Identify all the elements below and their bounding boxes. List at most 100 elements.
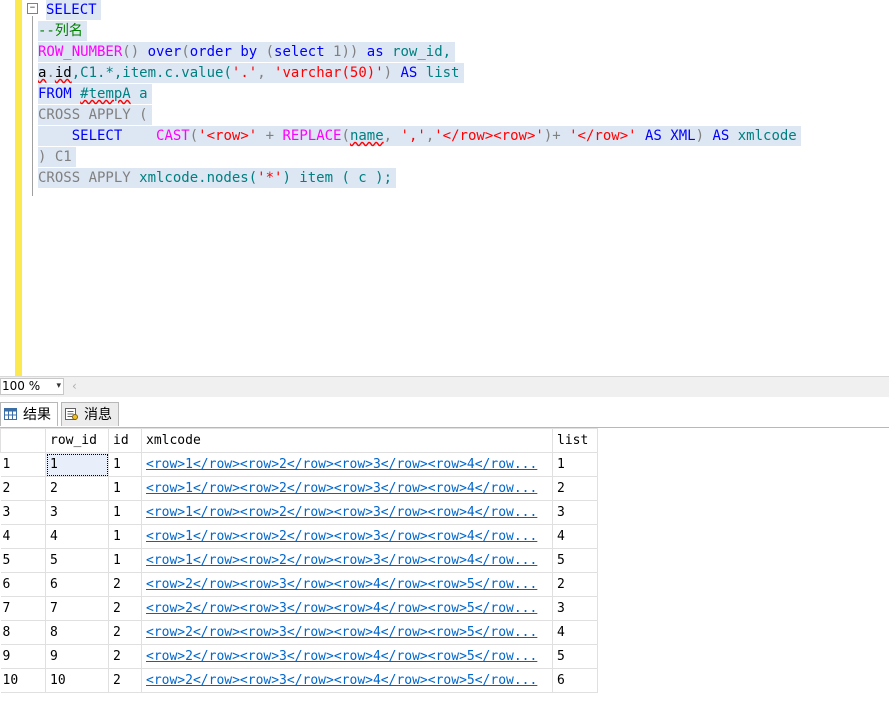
cell-xmlcode-link[interactable]: <row>1</row><row>2</row><row>3</row><row… [141,524,553,549]
row-number[interactable]: 6 [0,572,46,597]
code-line-8[interactable]: ) C1 [38,147,76,167]
string: 'varchar(50)' [274,65,384,81]
cell-id[interactable]: 2 [108,668,142,693]
operator: () [122,44,148,60]
cell-id[interactable]: 2 [108,644,142,669]
cell-row-id[interactable]: 8 [45,620,109,645]
cell-id[interactable]: 1 [108,548,142,573]
cell-row-id[interactable]: 10 [45,668,109,693]
cell-list[interactable]: 5 [552,548,598,573]
cell-id[interactable]: 1 [108,524,142,549]
operator: ( [341,128,350,144]
table-row[interactable]: 8 8 2 <row>2</row><row>3</row><row>4</ro… [0,620,598,645]
cell-xmlcode-link[interactable]: <row>2</row><row>3</row><row>4</row><row… [141,596,553,621]
table-row[interactable]: 10 10 2 <row>2</row><row>3</row><row>4</… [0,668,598,693]
tab-messages[interactable]: 消息 [61,402,119,426]
chevron-down-icon[interactable]: ▾ [56,379,61,394]
code-line-3[interactable]: ROW_NUMBER() over(order by (select 1)) a… [38,42,456,62]
change-tracking-margin [15,0,22,376]
cell-id[interactable]: 2 [108,620,142,645]
row-number[interactable]: 5 [0,548,46,573]
cell-list[interactable]: 4 [552,620,598,645]
cell-list[interactable]: 3 [552,596,598,621]
cell-row-id[interactable]: 3 [45,500,109,525]
cell-xmlcode-link[interactable]: <row>2</row><row>3</row><row>4</row><row… [141,668,553,693]
table-row[interactable]: 2 2 1 <row>1</row><row>2</row><row>3</ro… [0,476,598,501]
cell-id[interactable]: 1 [108,476,142,501]
table-row[interactable]: 5 5 1 <row>1</row><row>2</row><row>3</ro… [0,548,598,573]
cell-id[interactable]: 2 [108,572,142,597]
cell-xmlcode-link[interactable]: <row>1</row><row>2</row><row>3</row><row… [141,476,553,501]
row-number[interactable]: 1 [0,452,46,477]
code-line-1[interactable]: SELECT [46,0,101,20]
cell-xmlcode-link[interactable]: <row>2</row><row>3</row><row>4</row><row… [141,572,553,597]
table-row[interactable]: 1 1 1 <row>1</row><row>2</row><row>3</ro… [0,452,598,477]
cell-list[interactable]: 4 [552,524,598,549]
cell-xmlcode-link[interactable]: <row>1</row><row>2</row><row>3</row><row… [141,452,553,477]
cell-list[interactable]: 2 [552,476,598,501]
cell-list[interactable]: 1 [552,452,598,477]
string: '</row><row>' [434,128,544,144]
cell-row-id[interactable]: 7 [45,596,109,621]
cell-list[interactable]: 5 [552,644,598,669]
code-line-6[interactable]: CROSS APPLY ( [38,105,152,125]
row-number[interactable]: 3 [0,500,46,525]
collapse-icon[interactable]: − [27,3,38,14]
cell-row-id[interactable]: 2 [45,476,109,501]
code-line-5[interactable]: FROM #tempA a [38,84,152,104]
string: '<row>' [198,128,258,144]
column-header-rownum[interactable] [0,428,46,453]
cell-xmlcode-link[interactable]: <row>2</row><row>3</row><row>4</row><row… [141,620,553,645]
cell-xmlcode-link[interactable]: <row>1</row><row>2</row><row>3</row><row… [141,548,553,573]
operator: )+ [543,128,570,144]
code-line-4[interactable]: a.id,C1.*,item.c.value('.', 'varchar(50)… [38,63,464,83]
scroll-left-icon[interactable]: ‹ [72,379,77,393]
keyword: AS [400,65,418,81]
code-line-7[interactable]: SELECT CAST('<row>' + REPLACE(name, ',',… [38,126,801,146]
code-line-2[interactable]: --列名 [38,21,87,41]
code-line-9[interactable]: CROSS APPLY xmlcode.nodes('*') item ( c … [38,168,397,188]
tab-label: 结果 [23,406,51,422]
cell-id[interactable]: 2 [108,596,142,621]
keyword: select [274,44,325,60]
row-number[interactable]: 4 [0,524,46,549]
row-number[interactable]: 8 [0,620,46,645]
editor-status-bar: 100 % ▾ ‹ [0,376,889,397]
sql-editor[interactable]: − SELECT --列名 ROW_NUMBER() over(order by… [0,0,889,376]
tab-label: 消息 [84,406,112,422]
editor-margin [22,0,26,376]
zoom-select[interactable]: 100 % ▾ [0,378,64,395]
table-row[interactable]: 4 4 1 <row>1</row><row>2</row><row>3</ro… [0,524,598,549]
tab-results[interactable]: 结果 [0,402,58,426]
cell-id[interactable]: 1 [108,500,142,525]
cell-row-id[interactable]: 9 [45,644,109,669]
table-row[interactable]: 9 9 2 <row>2</row><row>3</row><row>4</ro… [0,644,598,669]
cell-row-id[interactable]: 6 [45,572,109,597]
table-row[interactable]: 6 6 2 <row>2</row><row>3</row><row>4</ro… [0,572,598,597]
row-number[interactable]: 7 [0,596,46,621]
column-header-row-id[interactable]: row_id [45,428,109,453]
cell-row-id[interactable]: 1 [45,452,109,477]
table-row[interactable]: 7 7 2 <row>2</row><row>3</row><row>4</ro… [0,596,598,621]
cell-list[interactable]: 6 [552,668,598,693]
operator: 1)) [324,44,367,60]
cell-row-id[interactable]: 4 [45,524,109,549]
cell-row-id[interactable]: 5 [45,548,109,573]
operator: ) [383,65,401,81]
column-header-id[interactable]: id [108,428,142,453]
cell-list[interactable]: 2 [552,572,598,597]
table-row[interactable]: 3 3 1 <row>1</row><row>2</row><row>3</ro… [0,500,598,525]
row-number[interactable]: 9 [0,644,46,669]
results-grid[interactable]: row_id id xmlcode list 1 1 1 <row>1</row… [0,428,598,693]
cell-xmlcode-link[interactable]: <row>2</row><row>3</row><row>4</row><row… [141,644,553,669]
cell-list[interactable]: 3 [552,500,598,525]
cell-xmlcode-link[interactable]: <row>1</row><row>2</row><row>3</row><row… [141,500,553,525]
operator: ) C1 [38,149,72,165]
column-header-xmlcode[interactable]: xmlcode [141,428,553,453]
function: REPLACE [282,128,342,144]
column-header-list[interactable]: list [552,428,598,453]
cell-id[interactable]: 1 [108,452,142,477]
row-number[interactable]: 2 [0,476,46,501]
row-number[interactable]: 10 [0,668,46,693]
